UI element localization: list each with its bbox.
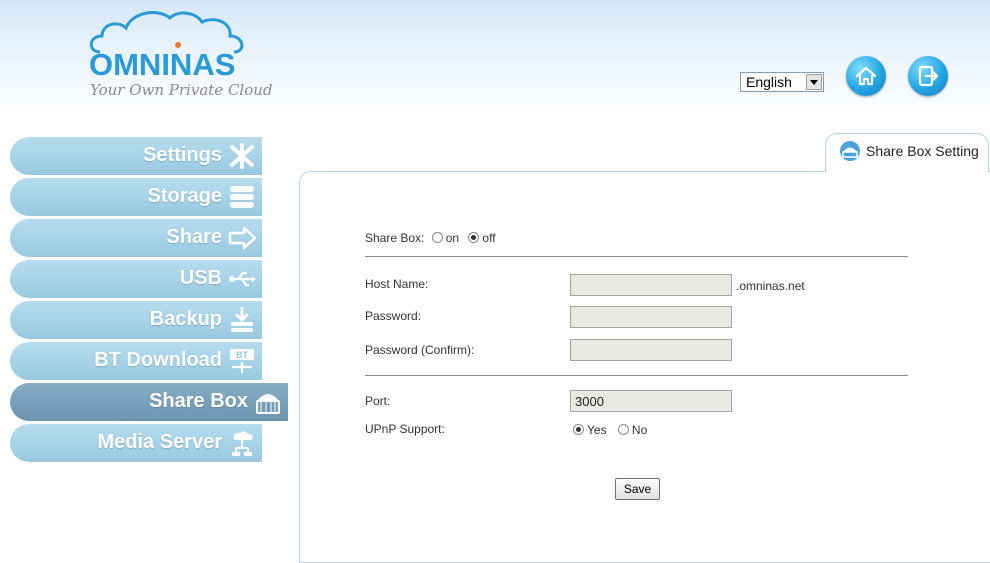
sidebar-item-bt-download[interactable]: BT Download BT: [10, 342, 262, 380]
brand-tagline: Your Own Private Cloud: [90, 81, 273, 99]
hostname-suffix: .omninas.net: [736, 279, 805, 293]
sidebar-item-label: Share Box: [149, 390, 248, 412]
divider: [365, 375, 908, 376]
save-button[interactable]: Save: [615, 478, 660, 500]
upnp-yes-label: Yes: [587, 423, 607, 437]
sidebar-item-share-box[interactable]: Share Box: [10, 383, 288, 421]
port-label: Port:: [365, 394, 391, 408]
sidebar-item-media-server[interactable]: Media Server: [10, 424, 262, 462]
sidebar-item-label: Settings: [143, 144, 222, 166]
port-input[interactable]: [570, 390, 732, 412]
tab-share-box-setting[interactable]: Share Box Setting: [825, 133, 989, 172]
logo: OMNINAS Your Own Private Cloud: [86, 8, 273, 108]
language-value: English: [746, 74, 792, 90]
usb-icon: [229, 271, 256, 287]
upnp-no-radio[interactable]: [617, 424, 629, 435]
bt-download-icon: BT: [230, 349, 254, 373]
password-input[interactable]: [570, 306, 732, 328]
home-button[interactable]: [846, 56, 886, 96]
hostname-label: Host Name:: [365, 277, 429, 291]
sidebar-item-share[interactable]: Share: [10, 219, 262, 257]
share-box-tab-icon: [840, 141, 860, 161]
sharebox-toggle-row: Share Box: on off: [365, 231, 496, 245]
brand-name: OMNINAS: [89, 47, 236, 82]
svg-text:BT: BT: [236, 350, 248, 360]
media-server-icon: [232, 431, 253, 456]
upnp-no-label: No: [631, 423, 648, 437]
sidebar-item-label: Storage: [147, 185, 222, 207]
password-confirm-input[interactable]: [570, 339, 732, 361]
tab-label: Share Box Setting: [866, 143, 979, 159]
sharebox-on-label: on: [445, 231, 460, 245]
sharebox-label: Share Box:: [365, 231, 425, 245]
content-panel: [299, 171, 990, 563]
sharebox-off-label: off: [482, 231, 496, 245]
share-box-icon: [256, 394, 280, 414]
sidebar-item-label: Media Server: [97, 431, 222, 453]
upnp-label: UPnP Support:: [365, 422, 445, 436]
header: OMNINAS Your Own Private Cloud English: [0, 0, 990, 118]
divider: [365, 256, 908, 257]
sidebar-item-label: Share: [166, 226, 222, 248]
language-select[interactable]: English: [740, 72, 824, 92]
logout-button[interactable]: [908, 56, 948, 96]
sidebar-item-settings[interactable]: Settings: [10, 137, 262, 175]
chevron-down-icon[interactable]: [806, 74, 822, 90]
upnp-toggle-row: Yes No: [573, 423, 647, 437]
sidebar-item-label: BT Download: [94, 349, 222, 371]
upnp-yes-radio[interactable]: [573, 424, 584, 435]
sidebar-item-storage[interactable]: Storage: [10, 178, 262, 216]
logout-icon: [918, 65, 939, 87]
hostname-input[interactable]: [570, 274, 732, 296]
sidebar-item-label: USB: [179, 267, 222, 289]
password-label: Password:: [365, 309, 422, 323]
share-arrow-icon: [228, 226, 256, 250]
backup-icon: [231, 307, 253, 332]
sidebar-item-label: Backup: [149, 308, 222, 330]
sharebox-off-radio[interactable]: [468, 232, 480, 243]
home-icon: [855, 66, 877, 86]
sidebar-item-usb[interactable]: USB: [10, 260, 262, 298]
tools-icon: [230, 143, 254, 169]
sharebox-on-radio[interactable]: [431, 232, 443, 243]
password-confirm-label: Password (Confirm):: [365, 343, 475, 357]
sidebar-item-backup[interactable]: Backup: [10, 301, 262, 339]
storage-icon: [230, 186, 254, 208]
